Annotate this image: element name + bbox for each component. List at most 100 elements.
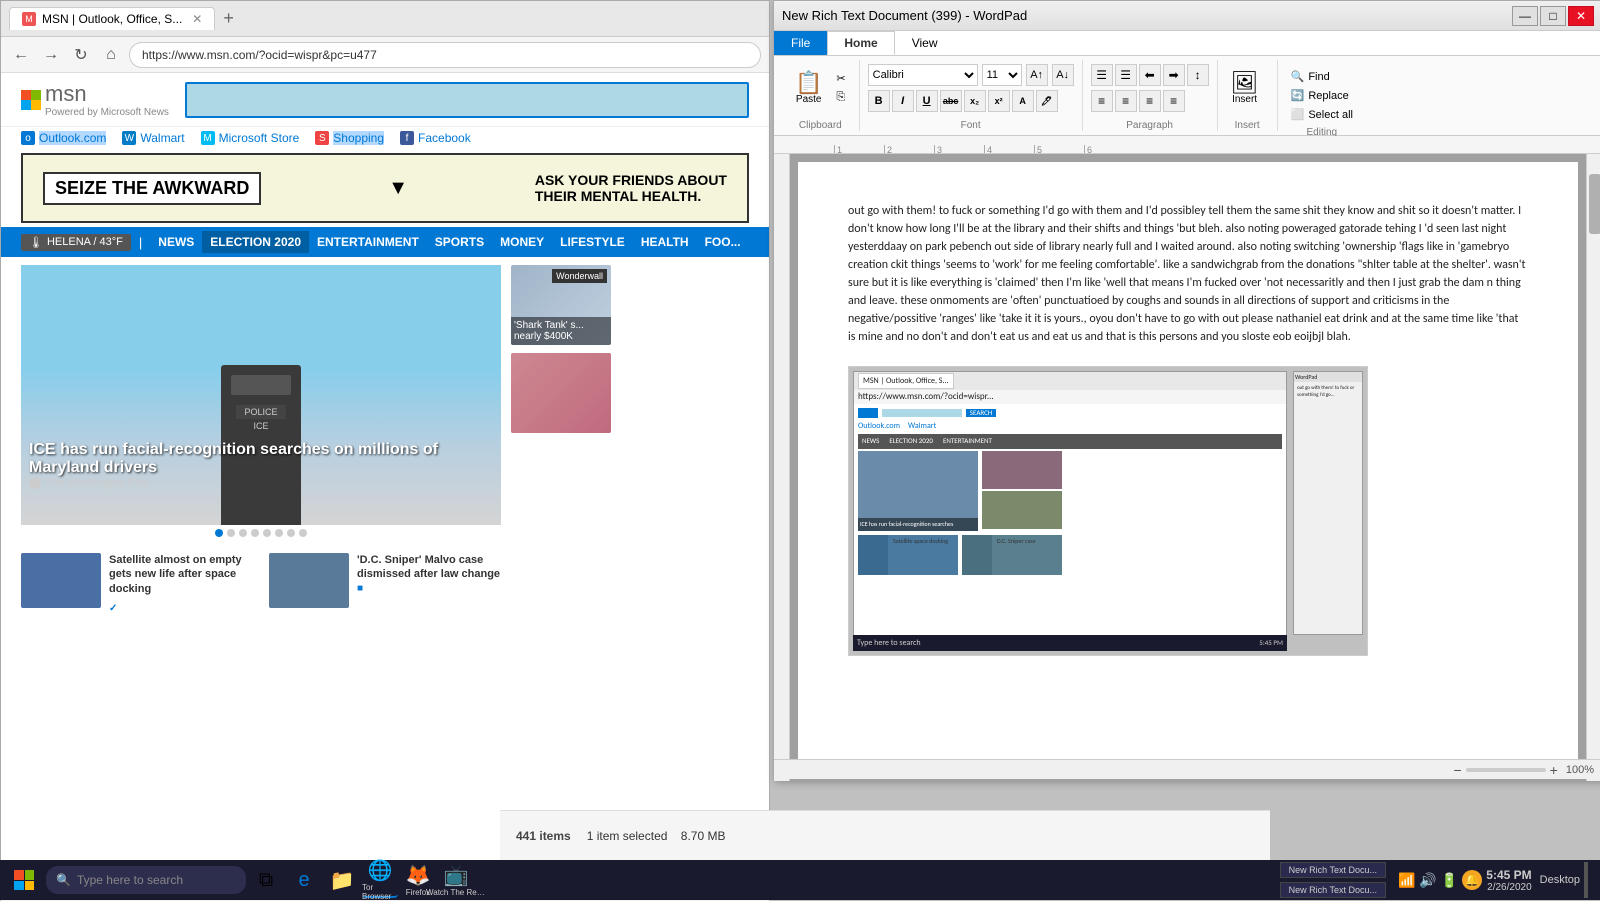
select-all-btn[interactable]: ⬜ Select all	[1286, 106, 1358, 123]
dot-8[interactable]	[299, 529, 307, 537]
scrollbar-right[interactable]	[1586, 154, 1600, 781]
nav-entertainment[interactable]: ENTERTAINMENT	[309, 231, 427, 253]
tor-browser-taskbar-btn[interactable]: 🌐 Tor Browser	[362, 862, 398, 898]
font-color-btn[interactable]: A	[1012, 90, 1034, 112]
taskbar-search[interactable]: 🔍 Type here to search	[46, 866, 246, 894]
msn-search-input[interactable]	[185, 82, 749, 118]
nav-election[interactable]: ELECTION 2020	[202, 231, 309, 253]
align-right-btn[interactable]: ≡	[1139, 90, 1161, 112]
paste-btn[interactable]: 📋 Paste	[790, 60, 827, 116]
small-article-1[interactable]: Satellite almost on empty gets new life …	[21, 553, 261, 614]
mini-articles: ICE has run facial-recognition searches	[858, 451, 1282, 531]
redpill-taskbar-btn[interactable]: 📺 Watch The Red Pill 20...	[438, 862, 474, 898]
home-btn[interactable]: ⌂	[99, 43, 123, 67]
superscript-btn[interactable]: x²	[988, 90, 1010, 112]
more-link-2[interactable]: ■	[357, 583, 363, 594]
network-icon[interactable]: 📶	[1398, 872, 1415, 889]
numbering-btn[interactable]: ☰	[1115, 64, 1137, 86]
dot-7[interactable]	[287, 529, 295, 537]
nav-sports[interactable]: SPORTS	[427, 231, 492, 253]
time-area[interactable]: 5:45 PM 2/26/2020	[1486, 868, 1531, 893]
align-left-btn[interactable]: ≡	[1091, 90, 1113, 112]
scrollbar-thumb[interactable]	[1589, 174, 1600, 234]
taskbar-right: New Rich Text Docu... New Rich Text Docu…	[1280, 862, 1596, 898]
sound-icon[interactable]: 🔊	[1419, 872, 1436, 889]
wordpad-page-inner[interactable]: out go with them! to fuck or something I…	[798, 162, 1578, 773]
start-button[interactable]	[4, 860, 44, 900]
open-window-2[interactable]: New Rich Text Docu...	[1280, 882, 1386, 898]
main-article[interactable]: POLICE ICE ICE has run facial-recognitio…	[21, 265, 501, 541]
underline-btn[interactable]: U	[916, 90, 938, 112]
replace-btn[interactable]: 🔄 Replace	[1286, 87, 1358, 104]
cut-btn[interactable]: ✂	[831, 70, 850, 87]
font-grow-btn[interactable]: A↑	[1026, 64, 1048, 86]
dot-1[interactable]	[215, 529, 223, 537]
taskbar-folder-btn[interactable]: 📁	[324, 862, 360, 898]
msn-banner[interactable]: SEIZE THE AWKWARD ▼ ASK YOUR FRIENDS ABO…	[21, 153, 749, 223]
minimize-btn[interactable]: —	[1512, 6, 1538, 26]
editing-buttons: 🔍 Find 🔄 Replace ⬜ Select all	[1286, 60, 1358, 123]
nav-money[interactable]: MONEY	[492, 231, 552, 253]
tab-close-btn[interactable]: ✕	[192, 12, 202, 26]
nav-lifestyle[interactable]: LIFESTYLE	[552, 231, 633, 253]
copy-btn[interactable]: ⎘	[831, 89, 850, 106]
strikethrough-btn[interactable]: abc	[940, 90, 962, 112]
taskbar-edge-btn[interactable]: e	[286, 862, 322, 898]
tab-view[interactable]: View	[895, 31, 955, 55]
forward-btn[interactable]: →	[39, 43, 63, 67]
wordpad-document-area: out go with them! to fuck or something I…	[774, 154, 1600, 781]
zoom-minus-btn[interactable]: −	[1453, 762, 1461, 778]
small-article-2[interactable]: 'D.C. Sniper' Malvo case dismissed after…	[269, 553, 509, 614]
line-spacing-btn[interactable]: ↕	[1187, 64, 1209, 86]
address-bar[interactable]	[129, 42, 761, 68]
msn-link-outlook[interactable]: o Outlook.com	[21, 131, 106, 145]
highlight-btn[interactable]: 🖊	[1036, 90, 1058, 112]
msn-link-shopping[interactable]: S Shopping	[315, 131, 384, 145]
subscript-btn[interactable]: x₂	[964, 90, 986, 112]
desktop-label[interactable]: Desktop	[1540, 874, 1580, 886]
tab-file[interactable]: File	[774, 31, 827, 55]
browser-tab-active[interactable]: M MSN | Outlook, Office, S... ✕	[9, 7, 215, 30]
dot-6[interactable]	[275, 529, 283, 537]
zoom-slider[interactable]	[1466, 768, 1546, 772]
msn-link-walmart[interactable]: W Walmart	[122, 131, 184, 145]
font-size-select[interactable]: 11	[982, 64, 1022, 86]
zoom-plus-btn[interactable]: +	[1550, 762, 1558, 778]
bold-btn[interactable]: B	[868, 90, 890, 112]
show-desktop-btn[interactable]	[1584, 862, 1588, 898]
side-article-1[interactable]: Wonderwall 'Shark Tank' s... nearly $400…	[511, 265, 611, 345]
justify-btn[interactable]: ≡	[1163, 90, 1185, 112]
font-name-select[interactable]: Calibri	[868, 64, 978, 86]
dot-4[interactable]	[251, 529, 259, 537]
italic-btn[interactable]: I	[892, 90, 914, 112]
insert-btn[interactable]: 🖼 Insert	[1226, 60, 1264, 116]
decrease-indent-btn[interactable]: ⬅	[1139, 64, 1161, 86]
notification-icon[interactable]: 🔔	[1462, 870, 1482, 890]
logo-q4	[25, 881, 35, 891]
bullets-btn[interactable]: ☰	[1091, 64, 1113, 86]
document-content[interactable]: out go with them! to fuck or something I…	[848, 202, 1528, 346]
dot-3[interactable]	[239, 529, 247, 537]
increase-indent-btn[interactable]: ➡	[1163, 64, 1185, 86]
dot-2[interactable]	[227, 529, 235, 537]
close-btn[interactable]: ✕	[1568, 6, 1594, 26]
more-link-1[interactable]: ✓	[109, 603, 117, 614]
task-view-btn[interactable]: ⧉	[248, 862, 284, 898]
nav-health[interactable]: HEALTH	[633, 231, 697, 253]
font-shrink-btn[interactable]: A↓	[1052, 64, 1074, 86]
align-center-btn[interactable]: ≡	[1115, 90, 1137, 112]
new-tab-btn[interactable]: +	[215, 4, 242, 33]
open-window-1[interactable]: New Rich Text Docu...	[1280, 862, 1386, 878]
find-btn[interactable]: 🔍 Find	[1286, 68, 1358, 85]
maximize-btn[interactable]: □	[1540, 6, 1566, 26]
nav-news[interactable]: NEWS	[150, 231, 202, 253]
mini-side	[982, 451, 1062, 531]
msn-link-msstore[interactable]: M Microsoft Store	[201, 131, 300, 145]
tab-home[interactable]: Home	[827, 31, 894, 55]
dot-5[interactable]	[263, 529, 271, 537]
side-article-2[interactable]	[511, 353, 611, 433]
refresh-btn[interactable]: ↻	[69, 43, 93, 67]
nav-more[interactable]: FOO...	[697, 231, 749, 253]
back-btn[interactable]: ←	[9, 43, 33, 67]
msn-link-facebook[interactable]: f Facebook	[400, 131, 471, 145]
